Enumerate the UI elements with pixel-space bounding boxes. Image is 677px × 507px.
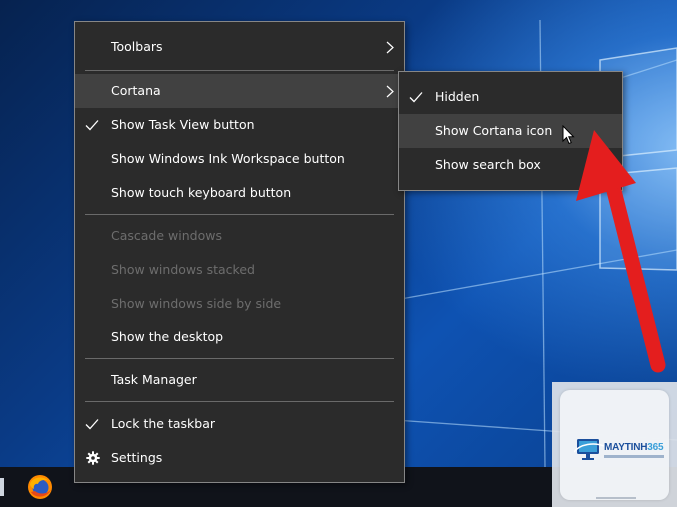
annotation-arrow-icon	[576, 130, 666, 373]
watermark-footer	[596, 497, 636, 499]
menu-item-label: Lock the taskbar	[111, 416, 216, 431]
menu-item-label: Show touch keyboard button	[111, 185, 292, 200]
menu-item-label: Cortana	[111, 83, 161, 98]
chevron-right-icon	[386, 41, 394, 54]
menu-separator	[85, 214, 394, 215]
menu-item-show-the-desktop[interactable]: Show the desktop	[75, 320, 404, 354]
watermark-brand-part1: MAYTINH	[604, 442, 648, 453]
menu-item-label: Show the desktop	[111, 329, 224, 344]
submenu-item-label: Show Cortana icon	[435, 123, 553, 138]
chevron-right-icon	[386, 85, 394, 98]
checkmark-icon	[409, 92, 423, 103]
monitor-logo-icon	[574, 439, 604, 460]
menu-item-settings[interactable]: Settings	[75, 441, 404, 475]
submenu-item-hidden[interactable]: Hidden	[399, 80, 622, 114]
watermark-card: MAYTINH365	[560, 390, 669, 500]
firefox-icon[interactable]	[27, 474, 53, 500]
menu-item-label: Show windows stacked	[111, 262, 255, 277]
menu-item-cortana[interactable]: Cortana	[75, 74, 404, 108]
menu-item-label: Toolbars	[111, 39, 163, 54]
watermark-brand-part2: 365	[647, 442, 664, 453]
menu-item-show-task-view-button[interactable]: Show Task View button	[75, 108, 404, 142]
submenu-item-label: Hidden	[435, 89, 480, 104]
menu-item-label: Show windows side by side	[111, 296, 282, 311]
gear-icon	[86, 451, 100, 465]
menu-item-cascade-windows: Cascade windows	[75, 219, 404, 253]
menu-item-show-windows-ink-workspace-button[interactable]: Show Windows Ink Workspace button	[75, 142, 404, 176]
menu-item-lock-the-taskbar[interactable]: Lock the taskbar	[75, 407, 404, 441]
menu-item-show-windows-side-by-side: Show windows side by side	[75, 287, 404, 321]
watermark-brand: MAYTINH365	[604, 442, 664, 453]
checkmark-icon	[85, 120, 99, 131]
menu-item-label: Settings	[111, 450, 163, 465]
menu-item-label: Show Windows Ink Workspace button	[111, 151, 345, 166]
menu-item-task-manager[interactable]: Task Manager	[75, 363, 404, 397]
menu-item-label: Task Manager	[111, 372, 197, 387]
menu-separator	[85, 358, 394, 359]
watermark: MAYTINH365	[552, 382, 677, 507]
checkmark-icon	[85, 419, 99, 430]
menu-item-label: Show Task View button	[111, 117, 255, 132]
submenu-item-label: Show search box	[435, 157, 541, 172]
taskbar-context-menu: Toolbars Cortana Show Task View button S…	[74, 21, 405, 483]
menu-item-toolbars[interactable]: Toolbars	[75, 30, 404, 64]
taskbar-start-edge	[0, 478, 4, 496]
menu-item-label: Cascade windows	[111, 228, 222, 243]
menu-separator	[85, 401, 394, 402]
menu-separator	[85, 70, 394, 71]
menu-item-show-touch-keyboard-button[interactable]: Show touch keyboard button	[75, 176, 404, 210]
menu-item-show-windows-stacked: Show windows stacked	[75, 253, 404, 287]
watermark-tagline	[604, 455, 664, 458]
